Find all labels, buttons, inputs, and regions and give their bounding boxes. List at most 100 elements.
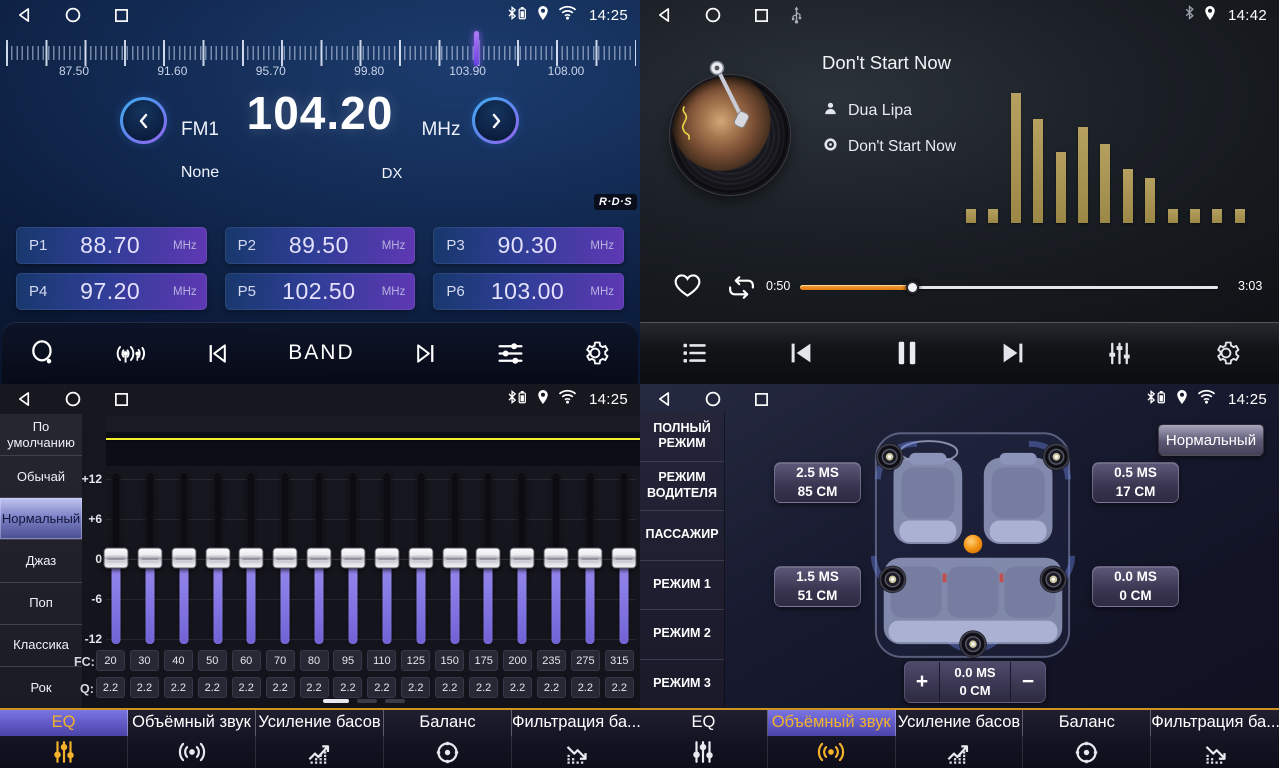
eq-preset-item[interactable]: Классика — [0, 625, 82, 667]
front-right-delay-button[interactable]: 0.5 MS 17 CM — [1092, 462, 1179, 503]
eq-band-slider-95[interactable] — [341, 470, 365, 646]
slider-thumb[interactable] — [544, 548, 569, 569]
playlist-icon[interactable] — [679, 339, 709, 367]
pause-icon[interactable] — [894, 338, 920, 368]
eq-preset-item[interactable]: Рок — [0, 667, 82, 708]
slider-thumb[interactable] — [510, 548, 535, 569]
slider-thumb[interactable] — [273, 548, 298, 569]
slider-thumb[interactable] — [104, 548, 129, 569]
tune-up-button[interactable] — [472, 97, 519, 144]
recents-icon[interactable] — [754, 8, 769, 23]
eq-preset-item[interactable]: По умолчанию — [0, 414, 82, 456]
slider-thumb[interactable] — [374, 548, 399, 569]
q-value[interactable]: 2.2 — [537, 677, 566, 698]
fc-value[interactable]: 125 — [401, 650, 430, 671]
fc-value[interactable]: 40 — [164, 650, 193, 671]
tab-bass[interactable]: Усиление басов — [256, 710, 384, 768]
home-icon[interactable] — [705, 7, 721, 23]
seek-bar[interactable] — [800, 280, 1218, 294]
slider-thumb[interactable] — [408, 548, 433, 569]
next-track-icon[interactable] — [998, 338, 1028, 368]
listening-mode-item[interactable]: РЕЖИМ ВОДИТЕЛЯ — [640, 462, 724, 512]
fc-value[interactable]: 80 — [300, 650, 329, 671]
q-value[interactable]: 2.2 — [571, 677, 600, 698]
q-value[interactable]: 2.2 — [266, 677, 295, 698]
listening-mode-item[interactable]: РЕЖИМ 2 — [640, 610, 724, 660]
eq-band-slider-150[interactable] — [443, 470, 467, 646]
repeat-icon[interactable] — [726, 275, 757, 305]
q-value[interactable]: 2.2 — [605, 677, 634, 698]
tab-bass[interactable]: Усиление басов — [896, 710, 1024, 768]
listening-mode-item[interactable]: ПАССАЖИР — [640, 511, 724, 561]
slider-thumb[interactable] — [341, 548, 366, 569]
q-value[interactable]: 2.2 — [300, 677, 329, 698]
fc-value[interactable]: 60 — [232, 650, 261, 671]
q-value[interactable]: 2.2 — [232, 677, 261, 698]
q-value[interactable]: 2.2 — [96, 677, 125, 698]
tab-eq[interactable]: EQ — [0, 710, 128, 768]
eq-band-slider-315[interactable] — [612, 470, 636, 646]
q-value[interactable]: 2.2 — [401, 677, 430, 698]
eq-band-slider-200[interactable] — [510, 470, 534, 646]
scan-icon[interactable] — [30, 339, 56, 367]
preset-button-P2[interactable]: P289.50MHz — [225, 227, 416, 264]
tuner-settings-icon[interactable] — [496, 339, 525, 368]
recents-icon[interactable] — [754, 392, 769, 407]
q-value[interactable]: 2.2 — [198, 677, 227, 698]
slider-thumb[interactable] — [442, 548, 467, 569]
slider-thumb[interactable] — [239, 548, 264, 569]
settings-gear-icon[interactable] — [581, 339, 609, 367]
eq-band-slider-80[interactable] — [307, 470, 331, 646]
home-icon[interactable] — [705, 391, 721, 407]
fc-value[interactable]: 20 — [96, 650, 125, 671]
seek-knob[interactable] — [906, 281, 919, 294]
eq-preset-item[interactable]: Поп — [0, 583, 82, 625]
eq-band-slider-235[interactable] — [544, 470, 568, 646]
preset-button-P6[interactable]: P6103.00MHz — [433, 273, 624, 310]
q-value[interactable]: 2.2 — [435, 677, 464, 698]
preset-button-P5[interactable]: P5102.50MHz — [225, 273, 416, 310]
listening-mode-item[interactable]: РЕЖИМ 3 — [640, 660, 724, 709]
q-value[interactable]: 2.2 — [469, 677, 498, 698]
back-icon[interactable] — [657, 391, 672, 407]
q-value[interactable]: 2.2 — [333, 677, 362, 698]
recents-icon[interactable] — [114, 8, 129, 23]
fc-value[interactable]: 30 — [130, 650, 159, 671]
fc-value[interactable]: 110 — [367, 650, 396, 671]
fc-value[interactable]: 70 — [266, 650, 295, 671]
recents-icon[interactable] — [114, 392, 129, 407]
slider-thumb[interactable] — [171, 548, 196, 569]
previous-track-icon[interactable] — [786, 338, 816, 368]
back-icon[interactable] — [657, 7, 672, 23]
settings-gear-icon[interactable] — [1212, 339, 1240, 367]
slider-thumb[interactable] — [205, 548, 230, 569]
rear-left-delay-button[interactable]: 1.5 MS 51 CM — [774, 566, 861, 607]
rear-right-delay-button[interactable]: 0.0 MS 0 CM — [1092, 566, 1179, 607]
increase-delay-button[interactable]: + — [905, 662, 939, 702]
fc-value[interactable]: 235 — [537, 650, 566, 671]
eq-preset-item[interactable]: Нормальный — [0, 498, 82, 540]
tab-surround[interactable]: Объёмный звук — [768, 710, 896, 768]
eq-preset-item[interactable]: Обычай — [0, 456, 82, 498]
front-left-delay-button[interactable]: 2.5 MS 85 CM — [774, 462, 861, 503]
fc-value[interactable]: 175 — [469, 650, 498, 671]
fc-value[interactable]: 50 — [198, 650, 227, 671]
home-icon[interactable] — [65, 7, 81, 23]
eq-band-slider-30[interactable] — [138, 470, 162, 646]
tab-eq[interactable]: EQ — [640, 710, 768, 768]
slider-thumb[interactable] — [137, 548, 162, 569]
tab-balance[interactable]: Баланс — [1023, 710, 1151, 768]
previous-station-icon[interactable] — [204, 340, 231, 367]
tab-surround[interactable]: Объёмный звук — [128, 710, 256, 768]
slider-thumb[interactable] — [476, 548, 501, 569]
eq-band-slider-110[interactable] — [375, 470, 399, 646]
q-value[interactable]: 2.2 — [164, 677, 193, 698]
slider-thumb[interactable] — [307, 548, 332, 569]
fc-value[interactable]: 95 — [333, 650, 362, 671]
tab-balance[interactable]: Баланс — [384, 710, 512, 768]
equalizer-icon[interactable] — [1105, 339, 1134, 368]
fc-value[interactable]: 275 — [571, 650, 600, 671]
profile-button[interactable]: Нормальный — [1158, 424, 1264, 456]
next-station-icon[interactable] — [412, 340, 439, 367]
eq-band-slider-60[interactable] — [239, 470, 263, 646]
